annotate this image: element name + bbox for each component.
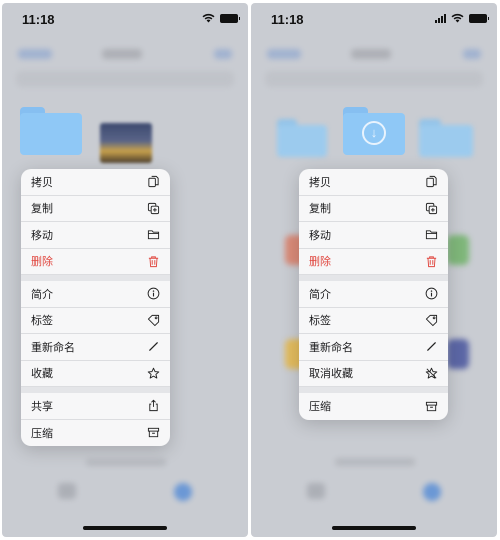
menu-item-label: 简介 (31, 287, 53, 301)
nav-action-button[interactable] (463, 49, 481, 59)
context-menu: 拷贝 复制 移动 删除 简介 标签 重新命名 收藏 共享 压缩 (21, 169, 170, 446)
home-indicator (83, 526, 167, 530)
nav-action-button[interactable] (214, 49, 232, 59)
folder-item[interactable] (419, 119, 473, 157)
search-bar[interactable] (16, 71, 234, 87)
battery-icon (469, 13, 489, 23)
menu-item-label: 收藏 (31, 367, 53, 381)
nav-back-button[interactable] (267, 49, 301, 59)
menu-item-label: 标签 (309, 314, 331, 328)
menu-item-label: 共享 (31, 399, 53, 413)
archive-icon (146, 426, 160, 440)
menu-item-favorite[interactable]: 收藏 (21, 361, 170, 387)
menu-item-rename[interactable]: 重新命名 (21, 334, 170, 361)
menu-item-info[interactable]: 简介 (299, 281, 448, 308)
browse-tab-icon[interactable] (423, 483, 441, 501)
folder-item-downloading[interactable]: ↓ (343, 107, 405, 155)
status-bar: 11:18 (2, 3, 248, 37)
menu-item-label: 重新命名 (31, 340, 75, 354)
photo-thumbnail[interactable] (100, 123, 152, 163)
tag-icon (146, 313, 160, 327)
menu-item-label: 移动 (309, 228, 331, 242)
menu-item-share[interactable]: 共享 (21, 393, 170, 420)
menu-item-label: 删除 (31, 255, 53, 269)
menu-item-label: 压缩 (31, 426, 53, 440)
star-slash-icon (424, 366, 438, 380)
menu-item-move[interactable]: 移动 (21, 222, 170, 249)
menu-item-label: 拷贝 (31, 175, 53, 189)
duplicate-icon (146, 201, 160, 215)
wifi-icon (451, 13, 464, 23)
menu-item-label: 标签 (31, 314, 53, 328)
menu-item-duplicate[interactable]: 复制 (21, 196, 170, 222)
phone-screen-left: 11:18 拷贝 复制 移动 删除 简介 标签 重新命名 收藏 共享 压缩 (2, 3, 248, 537)
folder-icon (424, 228, 438, 242)
menu-item-unfavorite[interactable]: 取消收藏 (299, 361, 448, 387)
menu-item-tags[interactable]: 标签 (299, 308, 448, 334)
item-count-label (335, 458, 415, 466)
menu-item-label: 取消收藏 (309, 367, 353, 381)
trash-icon (424, 254, 438, 268)
nav-title (351, 49, 391, 59)
recents-tab-icon[interactable] (58, 483, 76, 499)
menu-item-tags[interactable]: 标签 (21, 308, 170, 334)
info-icon (424, 287, 438, 301)
menu-item-move[interactable]: 移动 (299, 222, 448, 249)
menu-item-rename[interactable]: 重新命名 (299, 334, 448, 361)
menu-item-info[interactable]: 简介 (21, 281, 170, 308)
item-count-label (86, 458, 166, 466)
trash-icon (146, 254, 160, 268)
share-icon (146, 399, 160, 413)
wifi-icon (202, 13, 215, 23)
menu-item-copy[interactable]: 拷贝 (21, 169, 170, 196)
star-icon (146, 366, 160, 380)
menu-item-label: 复制 (31, 202, 53, 216)
menu-item-delete[interactable]: 删除 (299, 249, 448, 275)
battery-icon (220, 13, 240, 23)
status-bar: 11:18 (251, 3, 497, 37)
status-icons (202, 13, 240, 23)
nav-back-button[interactable] (18, 49, 52, 59)
menu-item-label: 删除 (309, 255, 331, 269)
menu-item-label: 重新命名 (309, 340, 353, 354)
menu-item-delete[interactable]: 删除 (21, 249, 170, 275)
recents-tab-icon[interactable] (307, 483, 325, 499)
nav-title (102, 49, 142, 59)
menu-item-duplicate[interactable]: 复制 (299, 196, 448, 222)
status-time: 11:18 (22, 12, 55, 27)
menu-item-compress[interactable]: 压缩 (299, 393, 448, 420)
menu-item-label: 压缩 (309, 400, 331, 414)
menu-item-label: 移动 (31, 228, 53, 242)
home-indicator (332, 526, 416, 530)
copy-doc-icon (424, 175, 438, 189)
menu-item-compress[interactable]: 压缩 (21, 420, 170, 447)
duplicate-icon (424, 201, 438, 215)
status-time: 11:18 (271, 12, 304, 27)
blurred-file-icon[interactable] (447, 235, 469, 265)
menu-item-label: 复制 (309, 202, 331, 216)
folder-icon (146, 228, 160, 242)
pencil-icon (146, 340, 160, 354)
search-bar[interactable] (265, 71, 483, 87)
tag-icon (424, 313, 438, 327)
pencil-icon (424, 340, 438, 354)
status-icons (435, 13, 489, 23)
phone-screen-right: 11:18 ↓ 拷贝 复制 移动 删除 简介 标签 重新命名 取消收藏 压缩 (251, 3, 497, 537)
download-arrow-icon: ↓ (362, 121, 386, 146)
archive-icon (424, 399, 438, 413)
copy-doc-icon (146, 175, 160, 189)
blurred-file-icon[interactable] (447, 339, 469, 369)
context-menu: 拷贝 复制 移动 删除 简介 标签 重新命名 取消收藏 压缩 (299, 169, 448, 420)
info-icon (146, 287, 160, 301)
folder-item[interactable] (277, 119, 327, 157)
menu-item-copy[interactable]: 拷贝 (299, 169, 448, 196)
cellular-signal-icon (435, 13, 446, 23)
menu-item-label: 简介 (309, 287, 331, 301)
folder-item-selected[interactable] (20, 107, 82, 155)
menu-item-label: 拷贝 (309, 175, 331, 189)
browse-tab-icon[interactable] (174, 483, 192, 501)
